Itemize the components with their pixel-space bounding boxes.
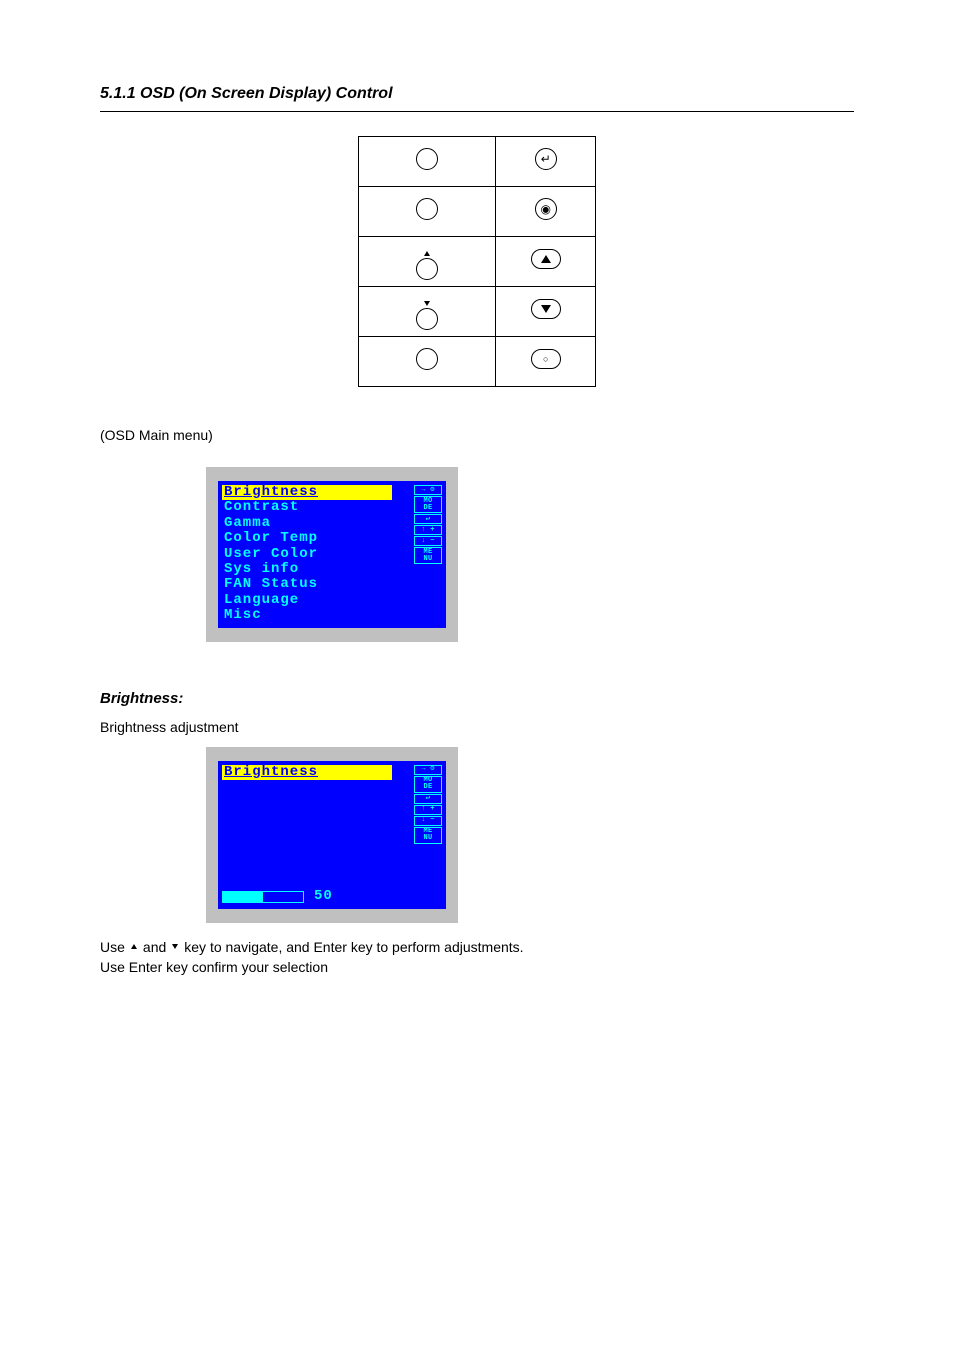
osd-menu-item: Language: [222, 593, 392, 608]
keypad-enter-icon: ↵: [535, 148, 557, 170]
osd-legend: → ⚙MODE↵↑ +↓ −MENU: [398, 485, 442, 624]
osd-menu-item: User Color: [222, 547, 392, 562]
table-row: ◉: [359, 187, 596, 237]
front-button-down-icon: [416, 301, 438, 330]
osd-brightness-screenshot: Brightness 50 → ⚙MODE↵↑ +↓ −MENU: [206, 747, 458, 923]
brightness-intro: Brightness adjustment: [100, 719, 854, 735]
front-button-menu-icon: [416, 348, 438, 370]
up-arrow-icon: [131, 944, 137, 949]
osd-legend-cell: ↑ +: [414, 525, 442, 535]
nav-instruction-line2: Use Enter key confirm your selection: [100, 959, 854, 975]
keypad-mode-icon: ◉: [535, 198, 557, 220]
front-button-mode-icon: [416, 198, 438, 220]
osd-legend-cell: → ⚙: [414, 765, 442, 775]
nav-instruction-line1: Use and key to navigate, and Enter key t…: [100, 939, 854, 955]
osd-legend-cell: MENU: [414, 547, 442, 564]
brightness-value: 50: [314, 889, 333, 904]
osd-menu-item: Sys info: [222, 562, 392, 577]
osd-brightness-title: Brightness: [222, 765, 392, 780]
osd-legend-cell: ↑ +: [414, 805, 442, 815]
osd-menu-item: Misc: [222, 608, 392, 623]
table-row: ○: [359, 337, 596, 387]
table-row: [359, 287, 596, 337]
keypad-menu-icon: ○: [531, 349, 561, 369]
osd-menu-item: Color Temp: [222, 531, 392, 546]
osd-legend-cell: ↵: [414, 794, 442, 804]
osd-legend-cell: ↓ −: [414, 536, 442, 546]
osd-legend-cell: MODE: [414, 496, 442, 513]
osd-main-screenshot: BrightnessContrastGammaColor TempUser Co…: [206, 467, 458, 642]
down-arrow-icon: [172, 944, 178, 949]
osd-legend-cell: MENU: [414, 827, 442, 844]
keypad-down-icon: [531, 299, 561, 319]
section-rule: [100, 111, 854, 112]
osd-legend: → ⚙MODE↵↑ +↓ −MENU: [398, 765, 442, 905]
brightness-slider-fill: [223, 892, 263, 902]
osd-menu-item: Contrast: [222, 500, 392, 515]
front-button-enter-icon: [416, 148, 438, 170]
osd-menu-item: Brightness: [222, 485, 392, 500]
brightness-heading: Brightness:: [100, 690, 854, 707]
osd-legend-cell: → ⚙: [414, 485, 442, 495]
front-button-up-icon: [416, 251, 438, 280]
osd-intro-label: (OSD Main menu): [100, 427, 854, 443]
osd-menu-item: FAN Status: [222, 577, 392, 592]
osd-legend-cell: ↓ −: [414, 816, 442, 826]
osd-menu-item: Gamma: [222, 516, 392, 531]
osd-legend-cell: MODE: [414, 776, 442, 793]
osd-legend-cell: ↵: [414, 514, 442, 524]
table-row: ↵: [359, 137, 596, 187]
section-heading: 5.1.1 OSD (On Screen Display) Control: [100, 85, 854, 103]
control-mapping-table: ↵ ◉: [358, 136, 596, 387]
osd-menu-list: BrightnessContrastGammaColor TempUser Co…: [222, 485, 392, 624]
table-row: [359, 237, 596, 287]
keypad-up-icon: [531, 249, 561, 269]
brightness-slider-row: 50: [222, 889, 392, 904]
brightness-slider-track: [222, 891, 304, 903]
